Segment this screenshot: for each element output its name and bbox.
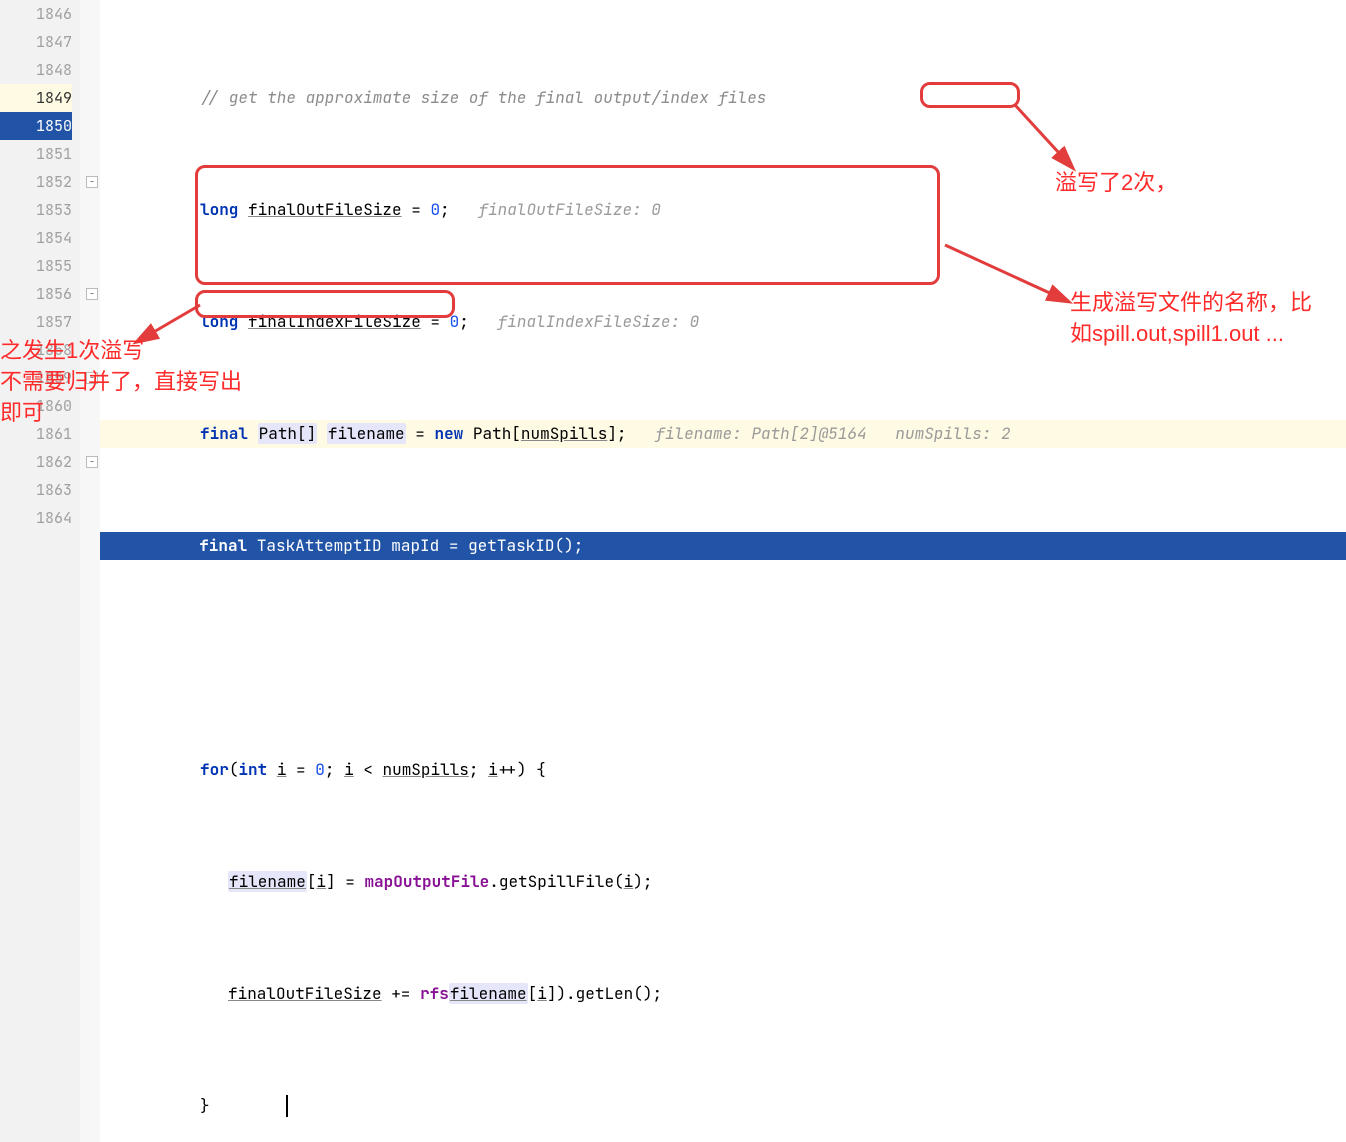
identifier: finalOutFileSize — [228, 983, 382, 1004]
code-line-execution[interactable]: final TaskAttemptID mapId = getTaskID(); — [100, 532, 1346, 560]
identifier: mapId — [391, 535, 439, 556]
line-number: 1863 — [0, 476, 72, 504]
code-line-current[interactable]: final Path[] filename = new Path[numSpil… — [100, 420, 1346, 448]
fold-column: − − − − — [80, 0, 100, 1142]
text: ; — [469, 759, 488, 780]
line-number: 1849 — [0, 84, 72, 112]
identifier: mapOutputFile — [364, 871, 489, 892]
line-number: 1855 — [0, 252, 72, 280]
identifier: finalIndexFileSize — [248, 311, 421, 332]
text: ] = — [326, 871, 364, 892]
text: ++) { — [498, 759, 546, 780]
text: = — [421, 311, 450, 332]
code-line[interactable]: } — [100, 1092, 1346, 1120]
line-number: 1859 — [0, 364, 72, 392]
line-number: 1856 — [0, 280, 72, 308]
text: = — [406, 423, 435, 444]
line-number: 1851 — [0, 140, 72, 168]
text: ; — [325, 759, 344, 780]
line-number: 1846 — [0, 0, 72, 28]
text: ; — [440, 199, 450, 220]
code-line[interactable]: long finalIndexFileSize = 0; finalIndexF… — [100, 308, 1346, 336]
text: < — [354, 759, 383, 780]
text: ]).getLen(); — [547, 983, 662, 1004]
literal: 0 — [430, 199, 440, 220]
line-number: 1850 — [0, 112, 72, 140]
line-number: 1847 — [0, 28, 72, 56]
call: .getSpillFile( — [489, 871, 623, 892]
code-line[interactable]: long finalOutFileSize = 0; finalOutFileS… — [100, 196, 1346, 224]
identifier: numSpills — [521, 423, 607, 444]
text: += — [382, 983, 420, 1004]
identifier: rfs — [420, 983, 449, 1004]
code-editor: − − − − 1846 1847 1848 1849 1850 1851 18… — [0, 0, 1346, 1142]
keyword: long — [200, 311, 238, 332]
line-number: 1860 — [0, 392, 72, 420]
identifier: filename — [228, 871, 307, 892]
fold-icon[interactable]: − — [86, 456, 98, 468]
literal: 0 — [450, 311, 460, 332]
line-number: 1861 — [0, 420, 72, 448]
identifier: i — [277, 759, 287, 780]
line-number: 1854 — [0, 224, 72, 252]
keyword: long — [200, 199, 238, 220]
keyword: final — [200, 423, 248, 444]
keyword: for — [200, 759, 229, 780]
text: = — [286, 759, 315, 780]
identifier: finalOutFileSize — [248, 199, 402, 220]
literal: 0 — [315, 759, 325, 780]
text: ; — [574, 535, 584, 556]
line-number: 1853 — [0, 196, 72, 224]
identifier: i — [624, 871, 634, 892]
identifier: filename — [327, 423, 406, 444]
line-number: 1862 — [0, 448, 72, 476]
call: getTaskID() — [468, 535, 574, 556]
identifier: i — [316, 871, 326, 892]
identifier: numSpills — [383, 759, 469, 780]
identifier: i — [488, 759, 498, 780]
fold-icon[interactable]: − — [86, 176, 98, 188]
text: ; — [459, 311, 469, 332]
keyword: final — [199, 535, 247, 556]
text: ); — [633, 871, 652, 892]
text: = — [439, 535, 468, 556]
type: Path[] — [258, 423, 318, 444]
identifier: i — [537, 983, 547, 1004]
identifier: i — [344, 759, 354, 780]
keyword: int — [238, 759, 267, 780]
fold-icon[interactable]: − — [86, 372, 98, 384]
debug-inline-hint: finalIndexFileSize: 0 — [498, 311, 700, 332]
line-number: 1848 — [0, 56, 72, 84]
code-line[interactable]: finalOutFileSize += rfsfilename[i]).getL… — [100, 980, 1346, 1008]
line-gutter: − − − − 1846 1847 1848 1849 1850 1851 18… — [0, 0, 100, 1142]
text: } — [200, 1095, 210, 1116]
line-number: 1864 — [0, 504, 72, 532]
text: ; — [617, 423, 627, 444]
type: TaskAttemptID — [257, 535, 382, 556]
code-line[interactable]: filename[i] = mapOutputFile.getSpillFile… — [100, 868, 1346, 896]
code-area[interactable]: // get the approximate size of the final… — [100, 0, 1346, 1142]
debug-inline-hint: finalOutFileSize: 0 — [478, 199, 660, 220]
type: Path — [473, 423, 511, 444]
code-line[interactable]: for(int i = 0; i < numSpills; i++) { — [100, 756, 1346, 784]
text: = — [402, 199, 431, 220]
debug-inline-hint: filename: Path[2]@5164 numSpills: 2 — [655, 423, 1010, 444]
text-caret — [286, 1095, 288, 1117]
keyword: new — [434, 423, 463, 444]
line-number: 1857 — [0, 308, 72, 336]
fold-icon[interactable]: − — [86, 288, 98, 300]
identifier: filename — [449, 983, 528, 1004]
comment: // get the approximate size of the final… — [200, 87, 766, 108]
line-number: 1858 — [0, 336, 72, 364]
code-line[interactable]: // get the approximate size of the final… — [100, 84, 1346, 112]
line-number: 1852 — [0, 168, 72, 196]
code-line[interactable] — [100, 644, 1346, 672]
